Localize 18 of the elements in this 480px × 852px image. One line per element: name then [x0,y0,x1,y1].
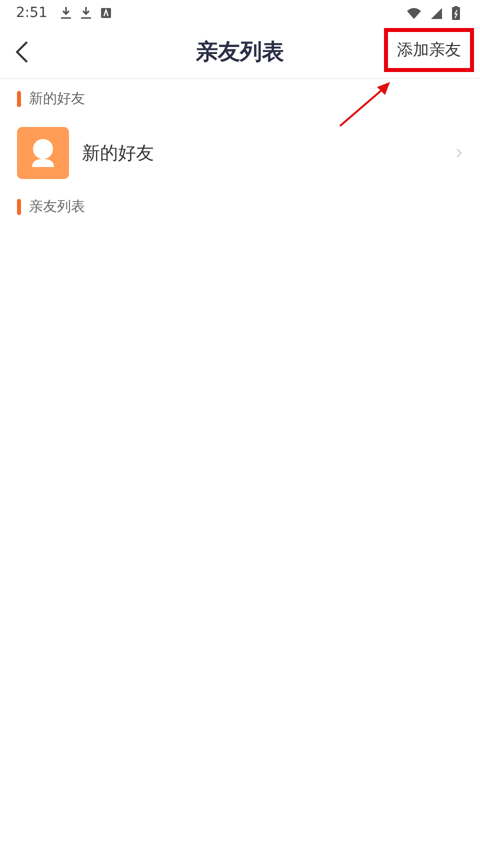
section-marker [17,91,21,107]
add-friend-button[interactable]: 添加亲友 [384,28,474,72]
section-title: 新的好友 [29,90,85,108]
signal-icon [431,8,442,18]
back-icon[interactable] [16,41,28,63]
chevron-right-icon [456,148,462,158]
notification-icon [101,8,112,18]
battery-icon [452,6,460,20]
status-time: 2:51 [16,5,48,21]
page-title: 亲友列表 [196,39,284,67]
download-icon [61,7,72,19]
download-icon [81,7,92,19]
list-item[interactable]: 新的好友 [0,119,480,187]
section-marker [17,199,21,215]
annotation-arrow [339,81,391,127]
section-title: 亲友列表 [29,198,85,216]
wifi-icon [407,8,421,18]
avatar-icon [17,127,69,179]
